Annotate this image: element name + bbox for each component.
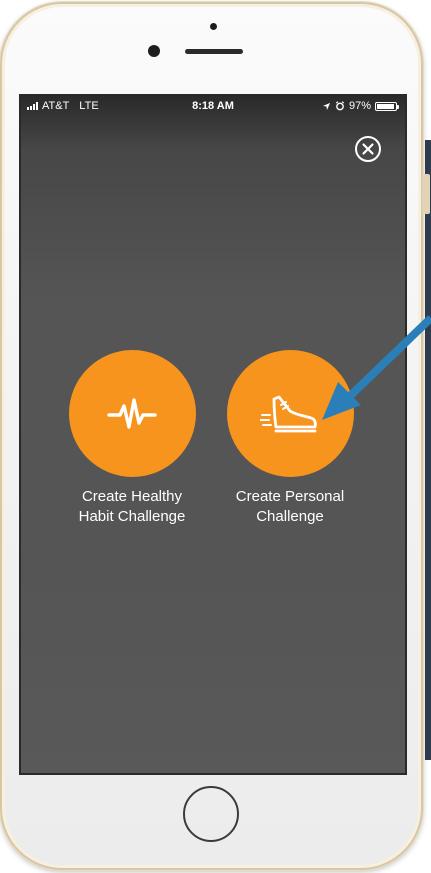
alarm-icon bbox=[335, 101, 345, 111]
create-healthy-habit-challenge-button[interactable]: Create Healthy Habit Challenge bbox=[52, 350, 212, 527]
personal-challenge-label: Create Personal Challenge bbox=[235, 488, 345, 525]
close-circle-icon bbox=[362, 143, 374, 155]
side-button bbox=[422, 174, 430, 214]
running-shoe-icon bbox=[260, 395, 317, 432]
home-button[interactable] bbox=[183, 786, 239, 842]
healthy-habit-circle bbox=[68, 350, 196, 477]
battery-fill bbox=[377, 103, 394, 109]
create-personal-challenge-button[interactable]: Create Personal Challenge bbox=[210, 350, 370, 527]
battery-percent: 97% bbox=[348, 100, 371, 112]
earpiece-speaker bbox=[185, 49, 243, 54]
location-arrow-icon bbox=[322, 102, 331, 110]
healthy-habit-label: Create Healthy Habit Challenge bbox=[78, 488, 186, 525]
battery-icon bbox=[375, 101, 399, 111]
proximity-sensor bbox=[210, 23, 217, 30]
status-right: 97% bbox=[322, 100, 399, 112]
heartbeat-icon bbox=[107, 397, 157, 429]
screenshot-stage: AT&T LTE 8:18 AM 97% Create Healthy Habi… bbox=[0, 0, 431, 873]
status-bar: AT&T LTE 8:18 AM 97% bbox=[21, 96, 405, 116]
background-window-edge bbox=[425, 140, 431, 760]
close-button[interactable] bbox=[355, 136, 381, 162]
personal-challenge-circle bbox=[226, 350, 354, 477]
phone-screen: AT&T LTE 8:18 AM 97% Create Healthy Habi… bbox=[21, 96, 405, 773]
front-camera bbox=[148, 45, 160, 57]
